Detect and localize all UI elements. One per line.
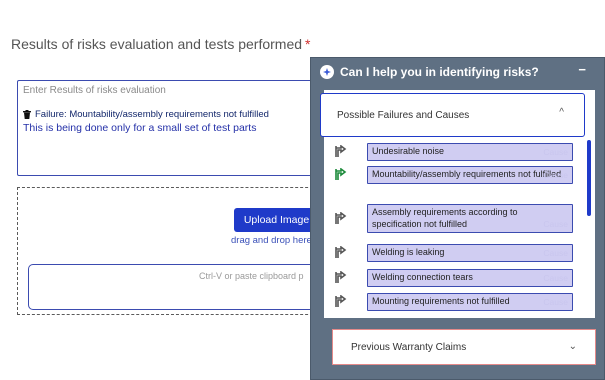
cause-link[interactable]: Cause xyxy=(543,219,568,230)
undo-arrow-icon[interactable] xyxy=(333,212,351,226)
list-item: Mounting requirements not fulfilled Caus… xyxy=(333,293,573,311)
clipboard-paste-field[interactable]: Ctrl-V or paste clipboard p xyxy=(28,264,324,310)
failure-note: This is being done only for a small set … xyxy=(23,122,257,134)
failure-item-label: Mounting requirements not fulfilled xyxy=(372,296,510,306)
failure-item-label: Assembly requirements according to speci… xyxy=(372,207,518,229)
assistant-logo-icon xyxy=(320,65,334,79)
failures-list: Undesirable noise Cause Mountability/ass… xyxy=(333,140,583,316)
undo-arrow-icon[interactable] xyxy=(333,168,351,182)
trash-icon[interactable] xyxy=(23,110,31,119)
risks-evaluation-textarea[interactable]: Enter Results of risks evaluation Failur… xyxy=(17,80,323,176)
required-mark: * xyxy=(305,36,311,52)
undo-arrow-icon[interactable] xyxy=(333,246,351,260)
paste-placeholder: Ctrl-V or paste clipboard p xyxy=(199,271,304,281)
section-title-text: Results of risks evaluation and tests pe… xyxy=(11,36,303,52)
failure-item[interactable]: Welding connection tears Cause xyxy=(367,269,573,287)
failure-text: Failure: Mountability/assembly requireme… xyxy=(35,109,269,120)
warranty-claims-title: Previous Warranty Claims xyxy=(351,341,467,353)
failure-item-label: Welding connection tears xyxy=(372,272,473,282)
image-upload-dropzone[interactable]: Upload Image drag and drop here Ctrl-V o… xyxy=(17,187,324,315)
failure-item[interactable]: Undesirable noise Cause xyxy=(367,143,573,161)
list-item: Welding connection tears Cause xyxy=(333,269,573,287)
warranty-claims-panel-header[interactable]: Previous Warranty Claims ⌄ xyxy=(332,329,596,365)
chevron-down-icon[interactable]: ⌄ xyxy=(569,341,577,352)
cause-link[interactable]: Cause xyxy=(543,273,568,284)
drag-drop-text: drag and drop here xyxy=(231,235,312,246)
assistant-title: Can I help you in identifying risks? xyxy=(340,65,539,79)
failure-item-label: Welding is leaking xyxy=(372,247,445,257)
upload-image-button[interactable]: Upload Image xyxy=(234,208,319,232)
failure-item[interactable]: Mounting requirements not fulfilled Caus… xyxy=(367,293,573,311)
failures-panel-header[interactable]: Possible Failures and Causes ^ xyxy=(320,93,585,137)
failure-entry: Failure: Mountability/assembly requireme… xyxy=(23,109,317,120)
minimize-button[interactable]: − xyxy=(578,62,586,77)
risk-assistant-panel: Can I help you in identifying risks? − P… xyxy=(310,57,605,380)
failure-item[interactable]: Mountability/assembly requirements not f… xyxy=(367,166,573,184)
failures-panel-title: Possible Failures and Causes xyxy=(337,109,470,121)
chevron-up-icon[interactable]: ^ xyxy=(559,107,564,118)
undo-arrow-icon[interactable] xyxy=(333,271,351,285)
cause-link[interactable]: Cause xyxy=(543,297,568,308)
list-item: Welding is leaking Cause xyxy=(333,244,573,262)
undo-arrow-icon[interactable] xyxy=(333,295,351,309)
cause-link[interactable]: Cause xyxy=(543,248,568,259)
cause-link[interactable]: Cause xyxy=(543,170,568,181)
page: Results of risks evaluation and tests pe… xyxy=(0,0,605,380)
list-item: Assembly requirements according to speci… xyxy=(333,204,573,234)
undo-arrow-icon[interactable] xyxy=(333,145,351,159)
list-item: Undesirable noise Cause xyxy=(333,143,573,161)
section-title: Results of risks evaluation and tests pe… xyxy=(11,36,310,52)
failure-item[interactable]: Assembly requirements according to speci… xyxy=(367,204,573,234)
textarea-placeholder: Enter Results of risks evaluation xyxy=(23,85,166,96)
list-item: Mountability/assembly requirements not f… xyxy=(333,166,573,184)
assistant-header: Can I help you in identifying risks? − xyxy=(311,58,604,86)
failure-item-label: Undesirable noise xyxy=(372,146,445,156)
failure-item[interactable]: Welding is leaking Cause xyxy=(367,244,573,262)
cause-link[interactable]: Cause xyxy=(543,147,568,158)
list-scrollbar[interactable] xyxy=(587,140,591,216)
failure-item-label: Mountability/assembly requirements not f… xyxy=(372,169,562,179)
